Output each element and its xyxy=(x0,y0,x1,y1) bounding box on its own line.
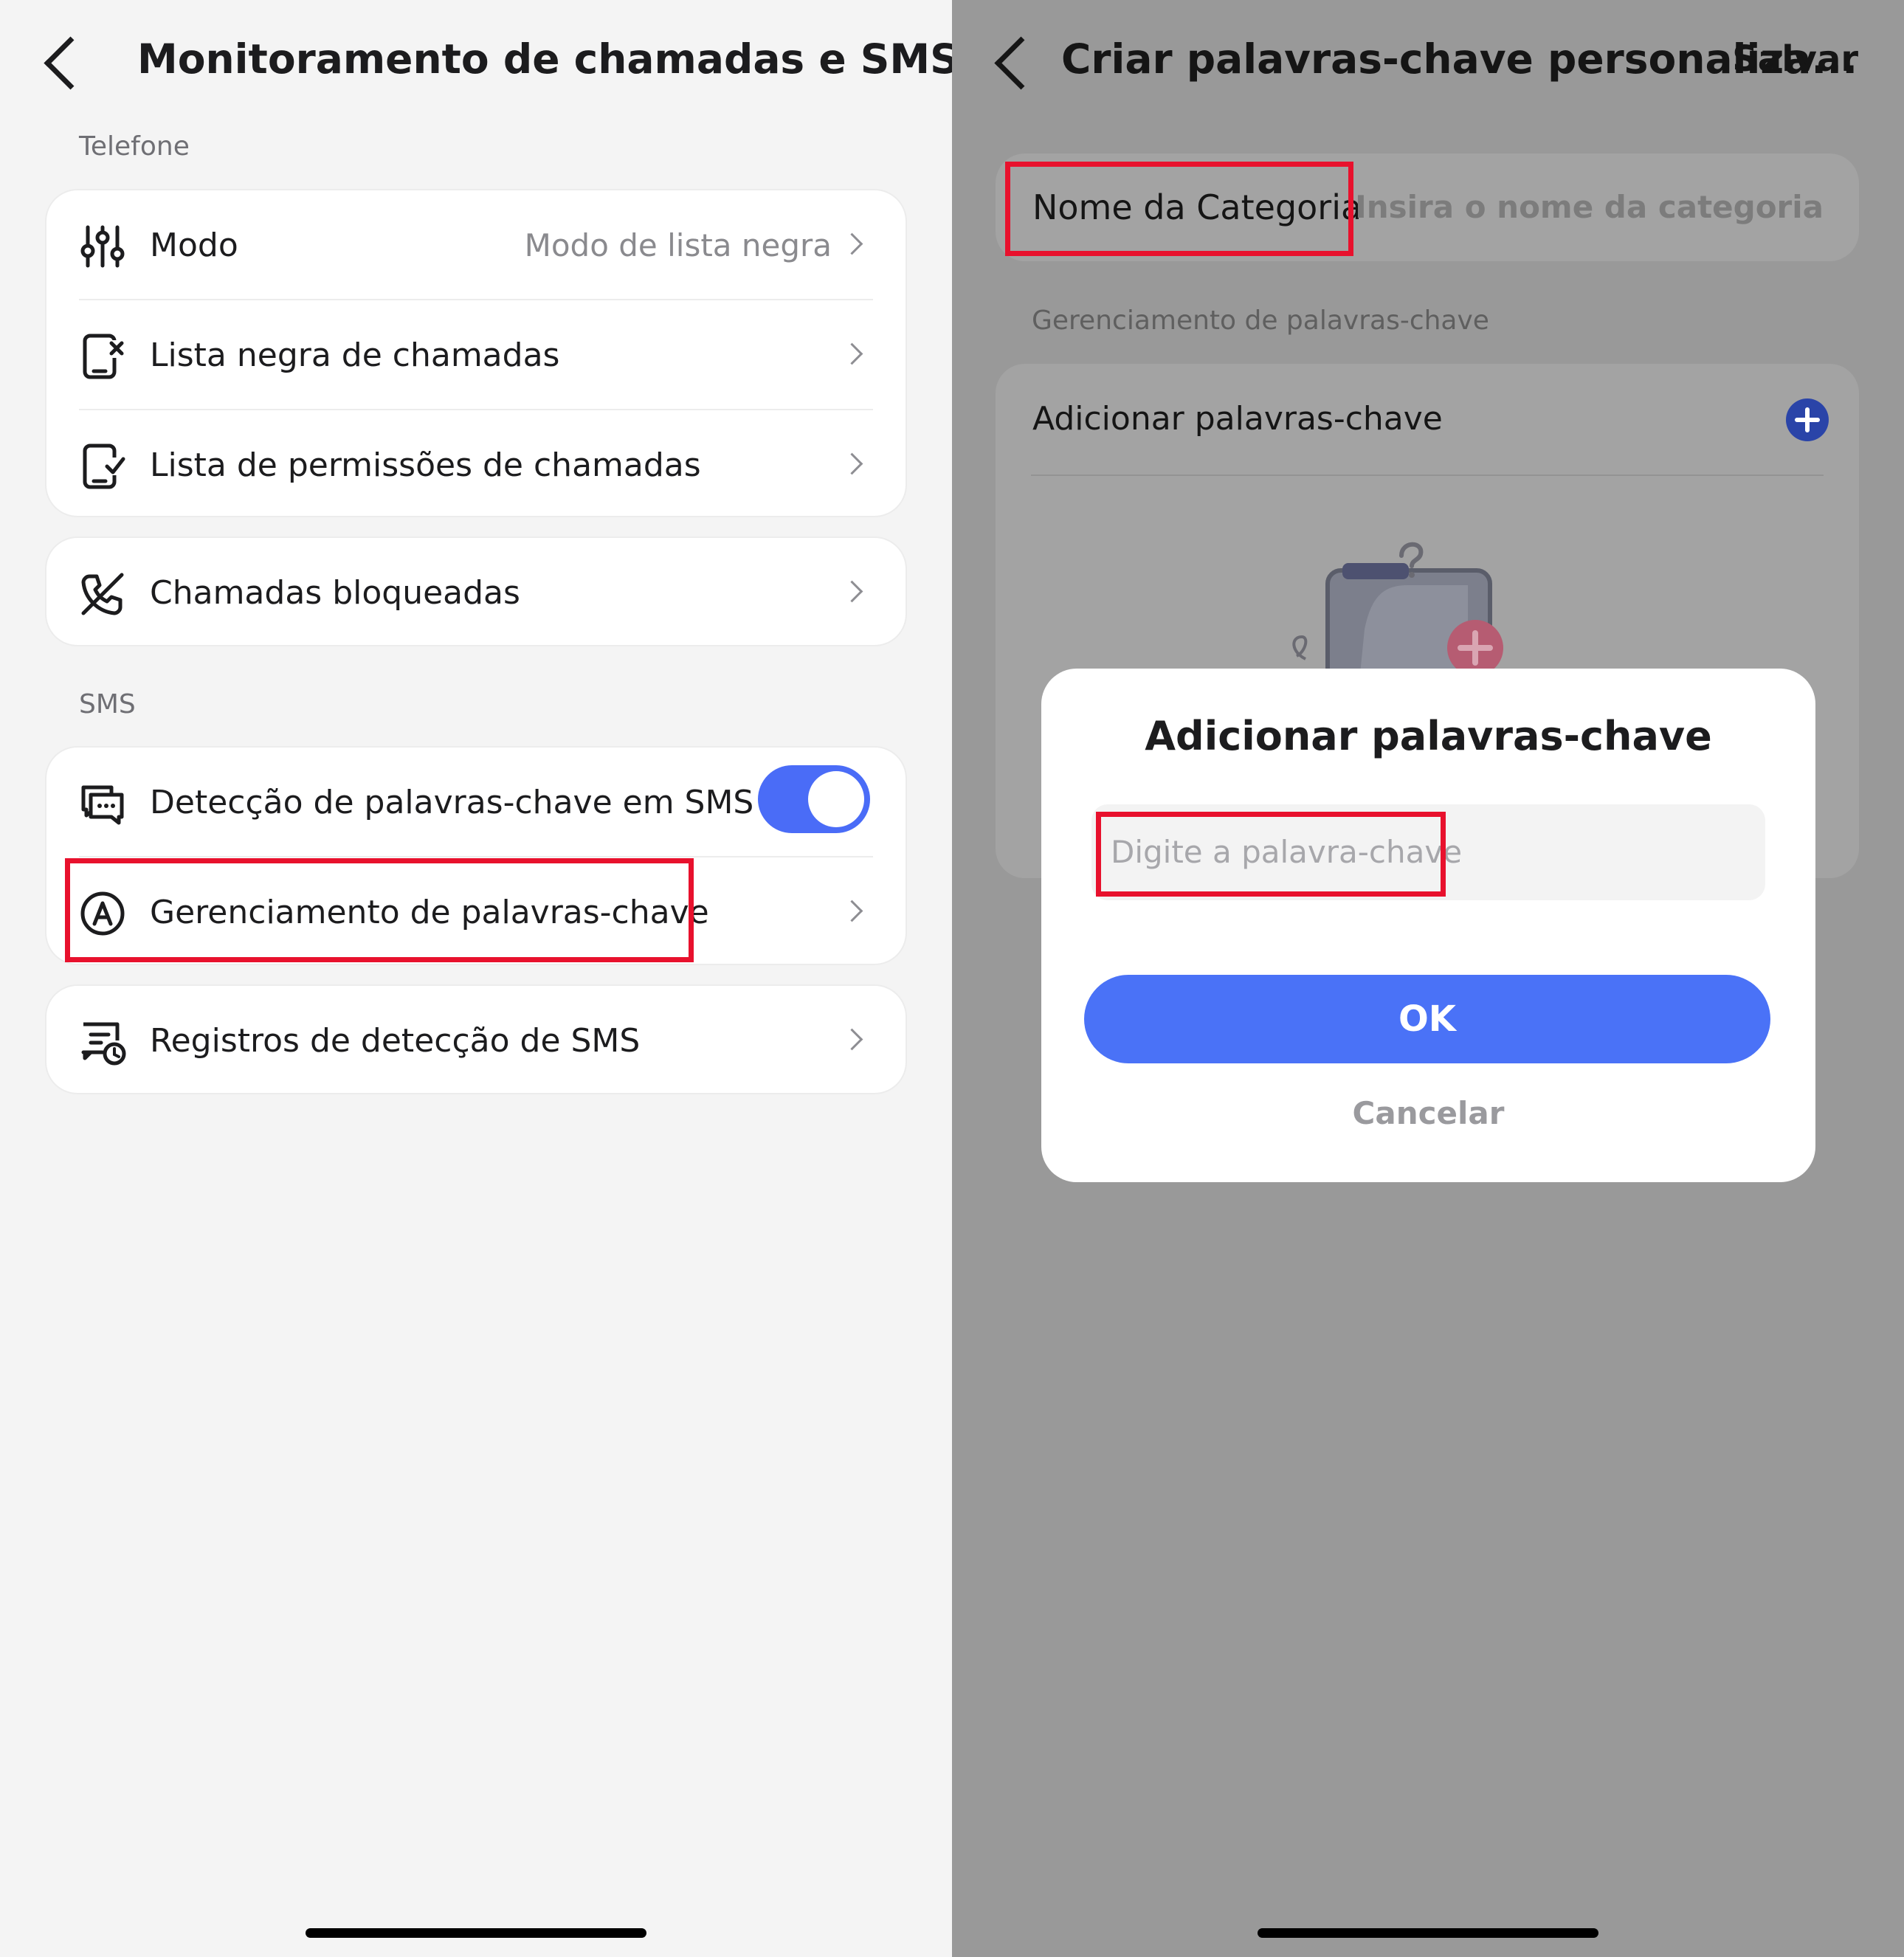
chevron-right-icon xyxy=(841,342,863,365)
chevron-right-icon xyxy=(841,232,863,255)
blocked-calls-card: Chamadas bloqueadas xyxy=(45,536,907,646)
save-button[interactable]: Salvar xyxy=(1732,38,1858,80)
add-circle-icon[interactable] xyxy=(1785,398,1829,442)
create-custom-keywords-screen: Criar palavras-chave personaliza... Salv… xyxy=(952,0,1904,1957)
mode-value: Modo de lista negra xyxy=(524,227,832,263)
chevron-right-icon xyxy=(841,900,863,922)
sms-keyword-detection-row: Detecção de palavras-chave em SMS xyxy=(46,748,906,857)
home-indicator[interactable] xyxy=(306,1928,646,1938)
chevron-right-icon xyxy=(841,452,863,475)
mode-label: Modo xyxy=(150,227,238,264)
page-title: Monitoramento de chamadas e SMS xyxy=(137,35,952,83)
call-allowlist-label: Lista de permissões de chamadas xyxy=(150,446,701,484)
blocked-calls-row[interactable]: Chamadas bloqueadas xyxy=(46,538,906,648)
add-keywords-row[interactable]: Adicionar palavras-chave xyxy=(996,364,1859,474)
dialog-title: Adicionar palavras-chave xyxy=(1145,713,1712,759)
back-icon[interactable] xyxy=(994,36,1048,90)
home-indicator[interactable] xyxy=(1258,1928,1598,1938)
sms-logs-card: Registros de detecção de SMS xyxy=(45,984,907,1094)
section-phone: Telefone xyxy=(79,131,190,162)
call-blacklist-row[interactable]: Lista negra de chamadas xyxy=(46,300,906,410)
ok-button[interactable]: OK xyxy=(1084,975,1770,1063)
chevron-right-icon xyxy=(841,1028,863,1051)
sms-detection-logs-label: Registros de detecção de SMS xyxy=(150,1022,641,1060)
call-sms-monitoring-screen: Monitoramento de chamadas e SMS Telefone… xyxy=(0,0,952,1957)
blocked-calls-label: Chamadas bloqueadas xyxy=(150,574,520,612)
highlight-box-keyword-management xyxy=(65,858,694,962)
back-icon[interactable] xyxy=(44,36,97,90)
phone-allowlist-icon xyxy=(83,443,125,489)
add-keywords-label: Adicionar palavras-chave xyxy=(1032,400,1443,438)
phone-blacklist-icon xyxy=(83,334,125,379)
section-sms: SMS xyxy=(79,689,136,719)
sms-detection-logs-row[interactable]: Registros de detecção de SMS xyxy=(46,986,906,1096)
blocked-call-icon xyxy=(81,573,124,615)
call-allowlist-row[interactable]: Lista de permissões de chamadas xyxy=(46,410,906,520)
empty-folder-illustration xyxy=(1292,542,1503,681)
divider xyxy=(1031,474,1824,476)
phone-settings-card: Modo Modo de lista negra Lista negra de … xyxy=(45,189,907,517)
sliders-icon xyxy=(80,225,125,268)
mode-row[interactable]: Modo Modo de lista negra xyxy=(46,190,906,300)
toggle-knob xyxy=(808,771,864,827)
sms-log-clock-icon xyxy=(81,1022,126,1066)
chevron-right-icon xyxy=(841,580,863,603)
category-name-placeholder: Insira o nome da categoria xyxy=(1355,189,1824,225)
cancel-button[interactable]: Cancelar xyxy=(1041,1095,1815,1131)
sms-keyword-detection-label: Detecção de palavras-chave em SMS xyxy=(150,784,754,821)
add-keywords-dialog: Adicionar palavras-chave Digite a palavr… xyxy=(1041,669,1815,1182)
highlight-box-keyword-input xyxy=(1096,812,1446,897)
section-keyword-management: Gerenciamento de palavras-chave xyxy=(1032,306,1489,336)
highlight-box-category-name xyxy=(1005,162,1353,256)
sms-chat-icon xyxy=(81,785,124,825)
call-blacklist-label: Lista negra de chamadas xyxy=(150,336,560,374)
sms-keyword-detection-toggle[interactable] xyxy=(758,765,870,833)
